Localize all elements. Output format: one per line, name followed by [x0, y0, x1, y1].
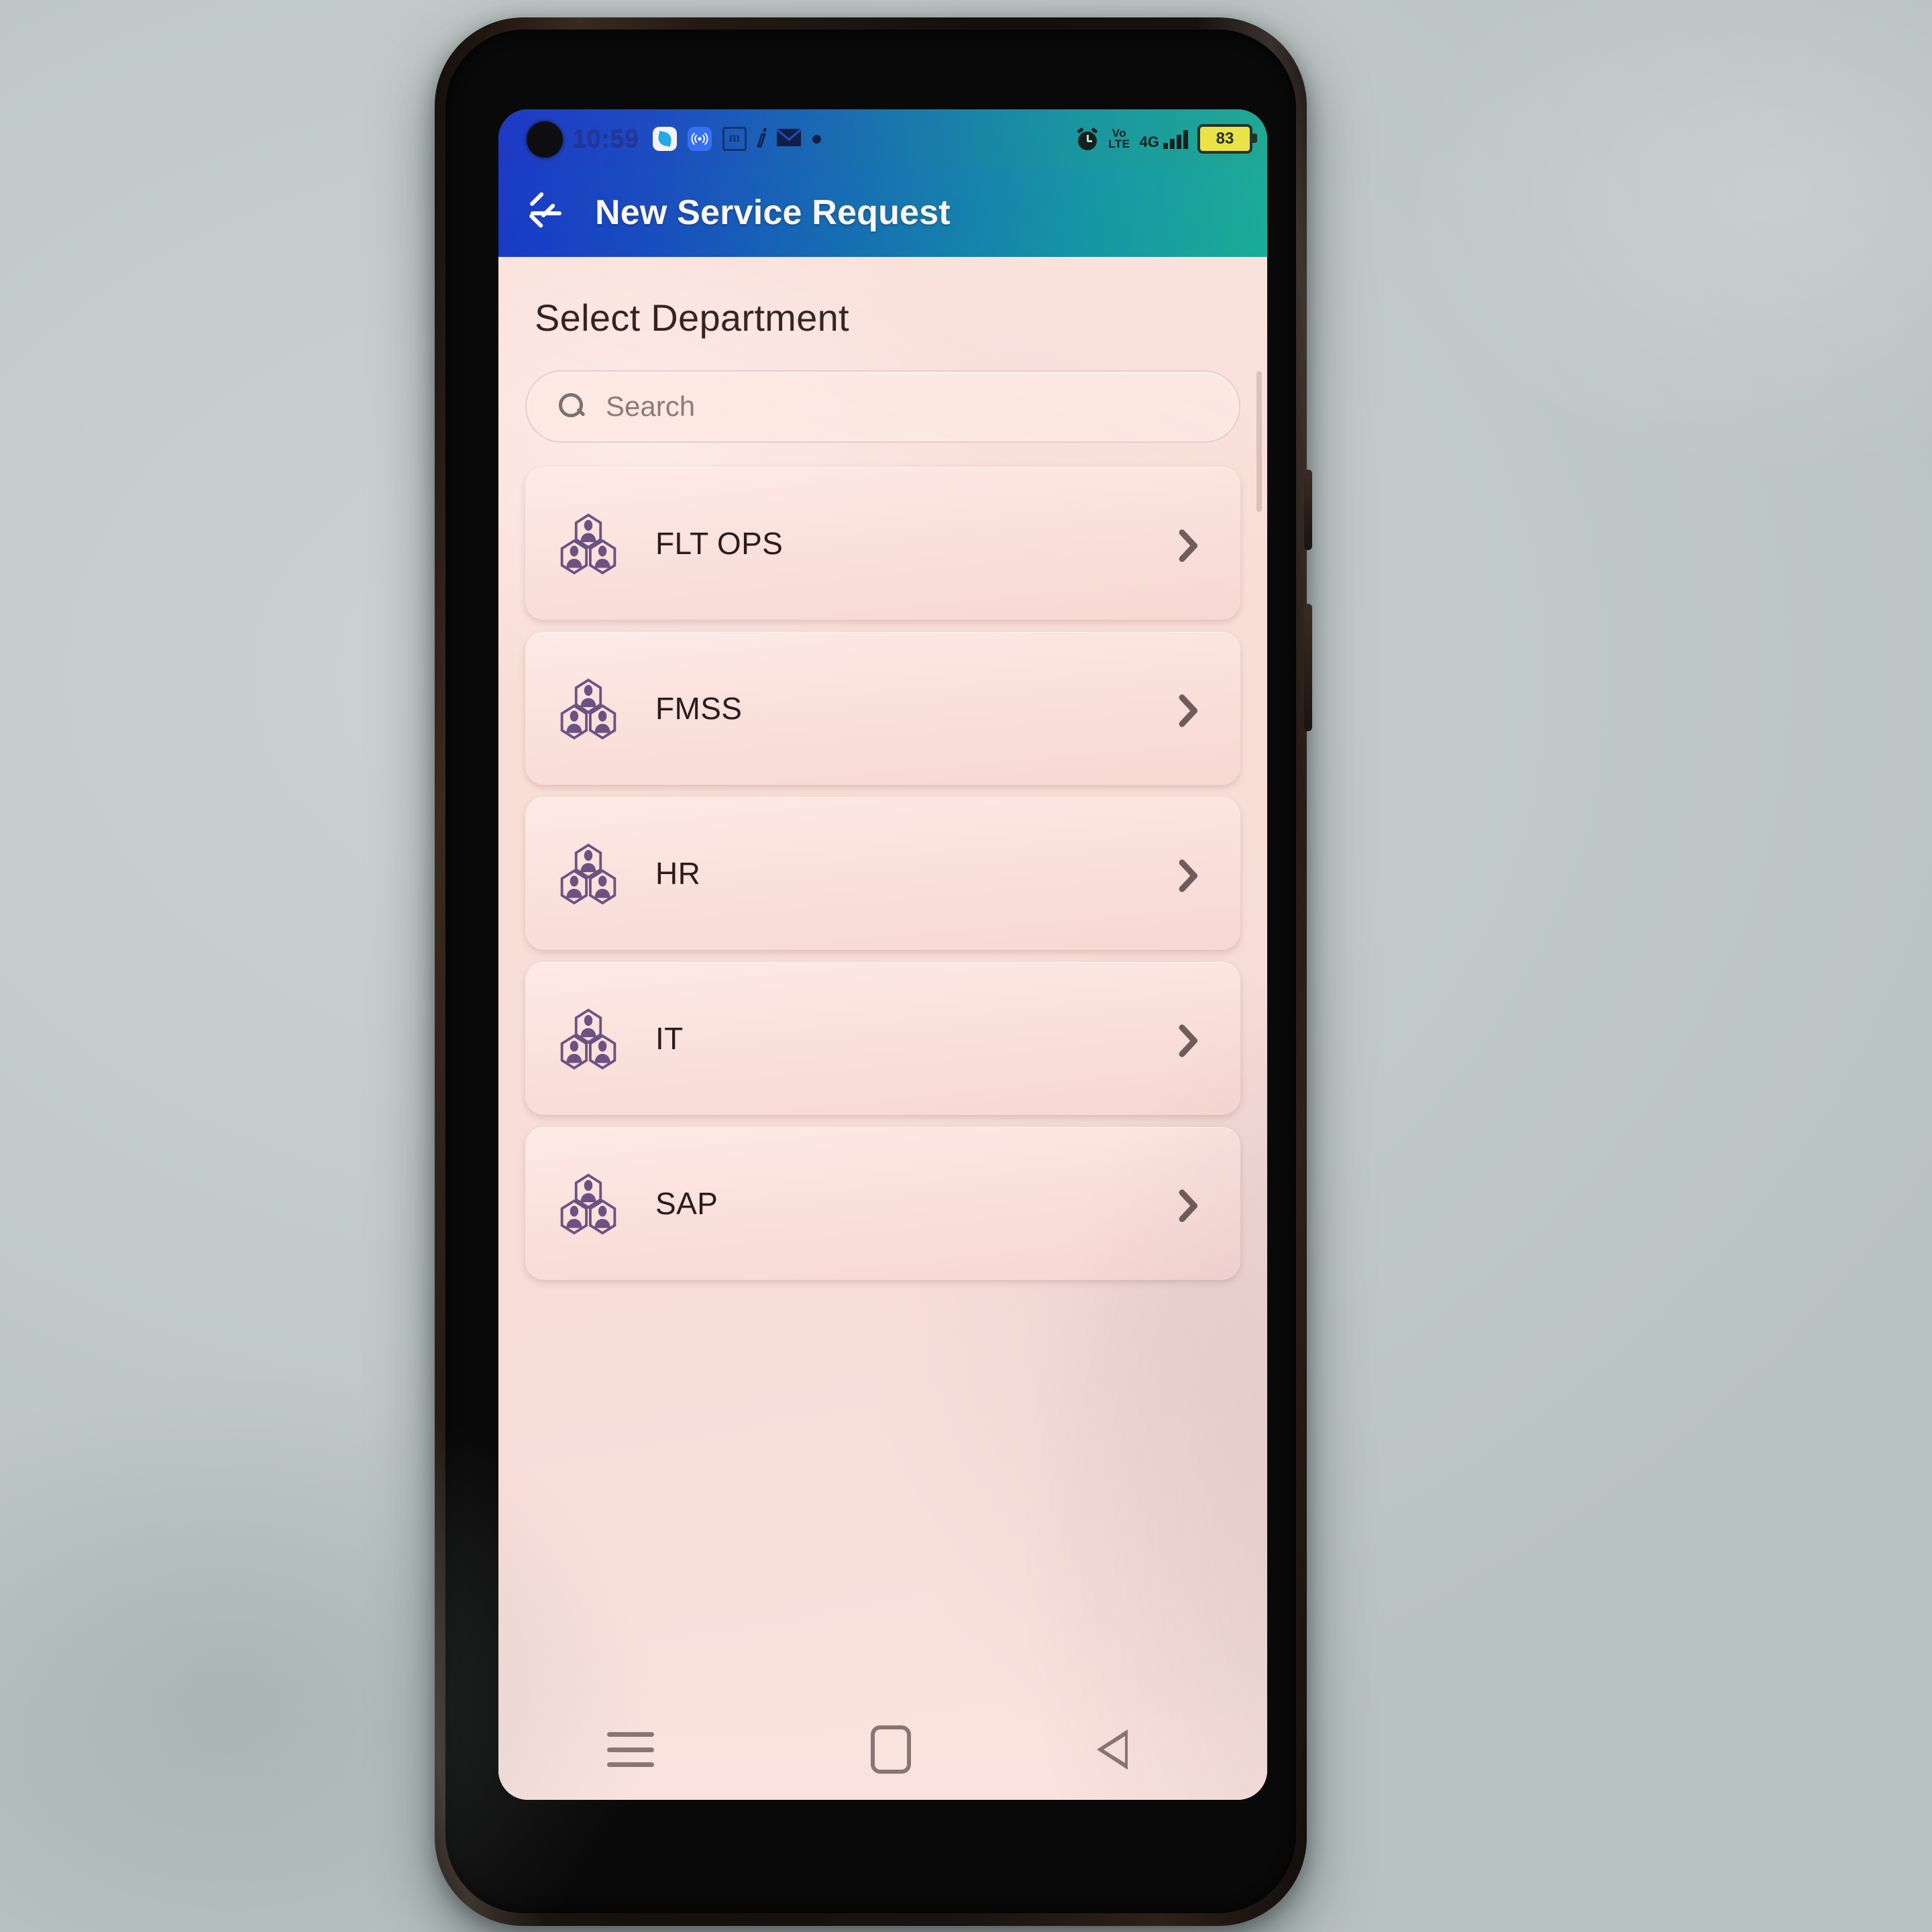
search-field[interactable] [525, 370, 1240, 443]
volte-icon: Vo LTE [1108, 127, 1130, 150]
content-area: Select Department Search FLT OPS FMSS HR… [498, 257, 1267, 1800]
department-label: HR [655, 856, 701, 891]
department-label: IT [655, 1021, 684, 1056]
scrollbar[interactable] [1256, 371, 1262, 512]
department-label: SAP [655, 1186, 718, 1221]
alarm-icon [1076, 127, 1099, 150]
home-icon[interactable] [870, 1725, 911, 1774]
select-department-heading: Select Department [535, 297, 849, 339]
dot-icon [812, 134, 822, 144]
system-status-icons: Vo LTE 4G 83 [1076, 124, 1257, 154]
search-icon [557, 392, 587, 421]
m-app-icon: m [722, 127, 747, 151]
notification-icons: m ⅈ [652, 125, 822, 152]
chevron-right-icon[interactable] [1177, 1018, 1204, 1059]
back-arrow-icon[interactable] [528, 194, 566, 231]
department-row-flt-ops[interactable]: FLT OPS [525, 467, 1240, 620]
department-list: FLT OPS FMSS HR IT SAP [525, 467, 1240, 1280]
volume-button[interactable] [1304, 604, 1312, 731]
chevron-right-icon[interactable] [1177, 853, 1204, 894]
department-row-sap[interactable]: SAP [525, 1127, 1240, 1280]
app-bar: New Service Request [498, 168, 1267, 257]
status-bar: 10:59 m ⅈ Vo LTE 4G 83 [498, 109, 1267, 168]
org-group-icon [556, 841, 621, 906]
front-camera-punch-hole [527, 121, 563, 158]
recents-icon[interactable] [606, 1732, 654, 1767]
page-title: New Service Request [595, 193, 951, 232]
mail-icon [776, 128, 802, 150]
chevron-right-icon[interactable] [1177, 688, 1204, 729]
search-input[interactable] [604, 390, 1085, 423]
back-triangle-icon[interactable] [1097, 1729, 1159, 1770]
battery-icon: 83 [1197, 124, 1257, 154]
department-row-hr[interactable]: HR [525, 797, 1240, 950]
org-group-icon [556, 1171, 621, 1236]
department-row-it[interactable]: IT [525, 962, 1240, 1115]
status-bar-clock: 10:59 [572, 124, 639, 153]
chevron-right-icon[interactable] [1177, 523, 1204, 564]
signal-bars-icon: 4G [1140, 129, 1188, 150]
cast-icon [687, 127, 712, 151]
android-navigation-bar [498, 1699, 1267, 1800]
power-button[interactable] [1304, 470, 1312, 550]
org-group-icon [556, 511, 621, 576]
org-group-icon [556, 1006, 621, 1071]
swirl-app-icon: ⅈ [755, 125, 768, 152]
department-row-fmss[interactable]: FMSS [525, 632, 1240, 785]
leaf-app-icon [652, 127, 677, 151]
phone-screen: 10:59 m ⅈ Vo LTE 4G 83 New Service Reque… [498, 109, 1267, 1800]
photo-scene: 10:59 m ⅈ Vo LTE 4G 83 New Service Reque… [0, 0, 1932, 1932]
department-label: FMSS [655, 691, 743, 726]
chevron-right-icon[interactable] [1177, 1183, 1204, 1224]
org-group-icon [556, 676, 621, 741]
department-label: FLT OPS [655, 526, 784, 561]
